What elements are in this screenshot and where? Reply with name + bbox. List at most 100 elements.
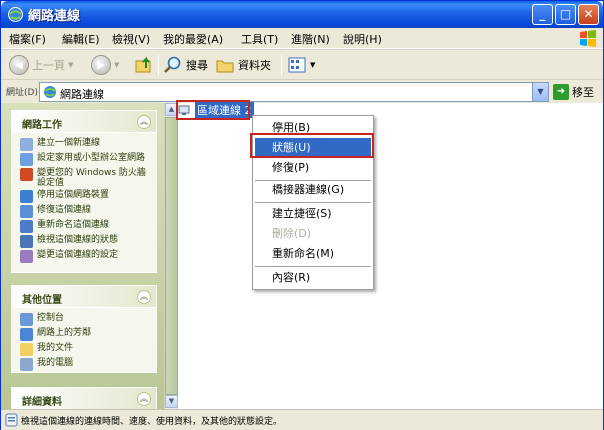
repair-icon (20, 205, 33, 218)
new-connection-icon (20, 138, 33, 151)
back-label: 上一頁 (32, 59, 65, 72)
task-change-settings[interactable]: 變更這個連線的設定 (12, 249, 156, 264)
views-button[interactable]: ▼ (287, 54, 315, 76)
menu-item-bridge[interactable]: 橋接器連線(G) (255, 180, 371, 200)
place-control-panel[interactable]: 控制台 (12, 312, 156, 327)
task-label: 檢視這個連線的狀態 (37, 235, 119, 245)
network-tasks-panel: 網路工作 ︽ 建立一個新連線 設定家用或小型辦公室網路 變更您的 Windows… (11, 110, 157, 273)
back-button[interactable]: ◀ 上一頁 ▼ (9, 54, 73, 76)
rename-icon (20, 220, 33, 233)
collapse-icon[interactable]: ︽ (137, 392, 151, 406)
other-places-panel: 其他位置 ︽ 控制台 網路上的芳鄰 我的文件 我的電腦 (11, 285, 157, 373)
control-panel-icon (20, 313, 33, 326)
task-view-status[interactable]: 檢視這個連線的狀態 (12, 234, 156, 249)
views-dropdown-icon: ▼ (310, 61, 316, 69)
go-arrow-icon: ➜ (553, 84, 569, 100)
task-label: 修復這個連線 (37, 205, 92, 215)
place-my-computer[interactable]: 我的電腦 (12, 357, 156, 372)
task-new-connection[interactable]: 建立一個新連線 (12, 137, 156, 152)
menu-file[interactable]: 檔案(F) (9, 31, 46, 47)
explorer-window: 網路連線 _ □ ✕ 檔案(F) 編輯(E) 檢視(V) 我的最愛(A) 工具(… (0, 0, 604, 430)
go-label: 移至 (572, 86, 594, 99)
search-label: 搜尋 (186, 59, 208, 72)
close-button[interactable]: ✕ (578, 4, 599, 25)
callout-box-connection (176, 100, 250, 120)
content-area[interactable] (164, 103, 603, 409)
task-pane: 網路工作 ︽ 建立一個新連線 設定家用或小型辦公室網路 變更您的 Windows… (1, 103, 164, 409)
menu-separator (255, 202, 371, 203)
menu-favorites[interactable]: 我的最愛(A) (163, 31, 223, 47)
place-label: 我的文件 (37, 343, 74, 353)
my-documents-icon (20, 343, 33, 356)
status-text: 檢視這個連線的連線時間、速度、使用資料，及其他的狀態設定。 (21, 417, 283, 427)
search-icon (164, 56, 181, 73)
menu-bar: 檔案(F) 編輯(E) 檢視(V) 我的最愛(A) 工具(T) 進階(N) 說明… (1, 28, 603, 49)
vertical-scrollbar[interactable]: ▲ ▼ (164, 103, 178, 409)
menu-item-properties[interactable]: 內容(R) (255, 268, 371, 288)
details-header[interactable]: 詳細資料 ︽ (12, 388, 156, 409)
status-bar: 檢視這個連線的連線時間、速度、使用資料，及其他的狀態設定。 (1, 409, 603, 430)
network-tasks-title: 網路工作 (22, 120, 62, 131)
forward-dropdown-icon: ▼ (114, 61, 120, 69)
address-input[interactable]: 網路連線 ▼ (39, 82, 549, 102)
back-arrow-icon: ◀ (9, 55, 29, 75)
other-places-header[interactable]: 其他位置 ︽ (12, 286, 156, 308)
up-folder-button[interactable] (134, 54, 154, 76)
task-rename[interactable]: 重新命名這個連線 (12, 219, 156, 234)
title-bar[interactable]: 網路連線 _ □ ✕ (1, 1, 603, 28)
task-home-network[interactable]: 設定家用或小型辦公室網路 (12, 152, 156, 167)
callout-box-status (250, 133, 374, 158)
windows-logo-icon (580, 30, 596, 47)
menu-edit[interactable]: 編輯(E) (62, 31, 100, 47)
network-places-icon (20, 328, 33, 341)
change-settings-icon (20, 250, 33, 263)
task-label: 停用這個網路裝置 (37, 190, 110, 200)
task-firewall[interactable]: 變更您的 Windows 防火牆設定值 (12, 167, 156, 189)
collapse-icon[interactable]: ︽ (137, 290, 151, 304)
toolbar-separator (281, 55, 282, 75)
address-bar: 網址(D) 網路連線 ▼ ➜ 移至 (1, 79, 603, 103)
info-icon (5, 413, 18, 427)
search-button[interactable]: 搜尋 (163, 54, 208, 76)
collapse-icon[interactable]: ︽ (137, 115, 151, 129)
folders-label: 資料夾 (238, 59, 271, 72)
network-tasks-header[interactable]: 網路工作 ︽ (12, 111, 156, 133)
address-value: 網路連線 (60, 88, 104, 101)
other-places-title: 其他位置 (22, 295, 62, 306)
my-computer-icon (20, 358, 33, 371)
forward-button[interactable]: ▶ ▼ (91, 54, 119, 76)
place-my-documents[interactable]: 我的文件 (12, 342, 156, 357)
menu-separator (255, 266, 371, 267)
scroll-down-button[interactable]: ▼ (165, 395, 178, 408)
task-label: 變更這個連線的設定 (37, 250, 119, 260)
firewall-icon (20, 168, 33, 181)
place-network-places[interactable]: 網路上的芳鄰 (12, 327, 156, 342)
views-icon (288, 57, 306, 73)
menu-help[interactable]: 說明(H) (343, 31, 382, 47)
menu-item-repair[interactable]: 修復(P) (255, 158, 371, 178)
network-connections-icon (44, 86, 56, 98)
menu-item-delete: 刪除(D) (272, 227, 312, 240)
menu-advanced[interactable]: 進階(N) (291, 31, 330, 47)
view-status-icon (20, 235, 33, 248)
folders-button[interactable]: 資料夾 (215, 54, 271, 76)
menu-tools[interactable]: 工具(T) (241, 31, 278, 47)
scroll-thumb[interactable] (165, 117, 178, 395)
toolbar: ◀ 上一頁 ▼ ▶ ▼ 搜尋 資料夾 ▼ (1, 49, 603, 79)
menu-item-create-shortcut[interactable]: 建立捷徑(S) (255, 204, 371, 224)
details-title: 詳細資料 (22, 397, 62, 408)
menu-item-rename[interactable]: 重新命名(M) (255, 244, 371, 264)
task-label: 變更您的 Windows 防火牆設定值 (37, 168, 146, 188)
maximize-button[interactable]: □ (555, 4, 576, 25)
task-repair[interactable]: 修復這個連線 (12, 204, 156, 219)
task-label: 重新命名這個連線 (37, 220, 110, 230)
minimize-button[interactable]: _ (532, 4, 553, 25)
network-connections-icon (8, 7, 23, 22)
go-button[interactable]: ➜ 移至 (553, 83, 594, 101)
menu-view[interactable]: 檢視(V) (112, 31, 150, 47)
details-panel: 詳細資料 ︽ (11, 387, 157, 409)
forward-arrow-icon: ▶ (91, 55, 111, 75)
disable-device-icon (20, 190, 33, 203)
address-dropdown-button[interactable]: ▼ (532, 83, 548, 101)
task-disable-device[interactable]: 停用這個網路裝置 (12, 189, 156, 204)
